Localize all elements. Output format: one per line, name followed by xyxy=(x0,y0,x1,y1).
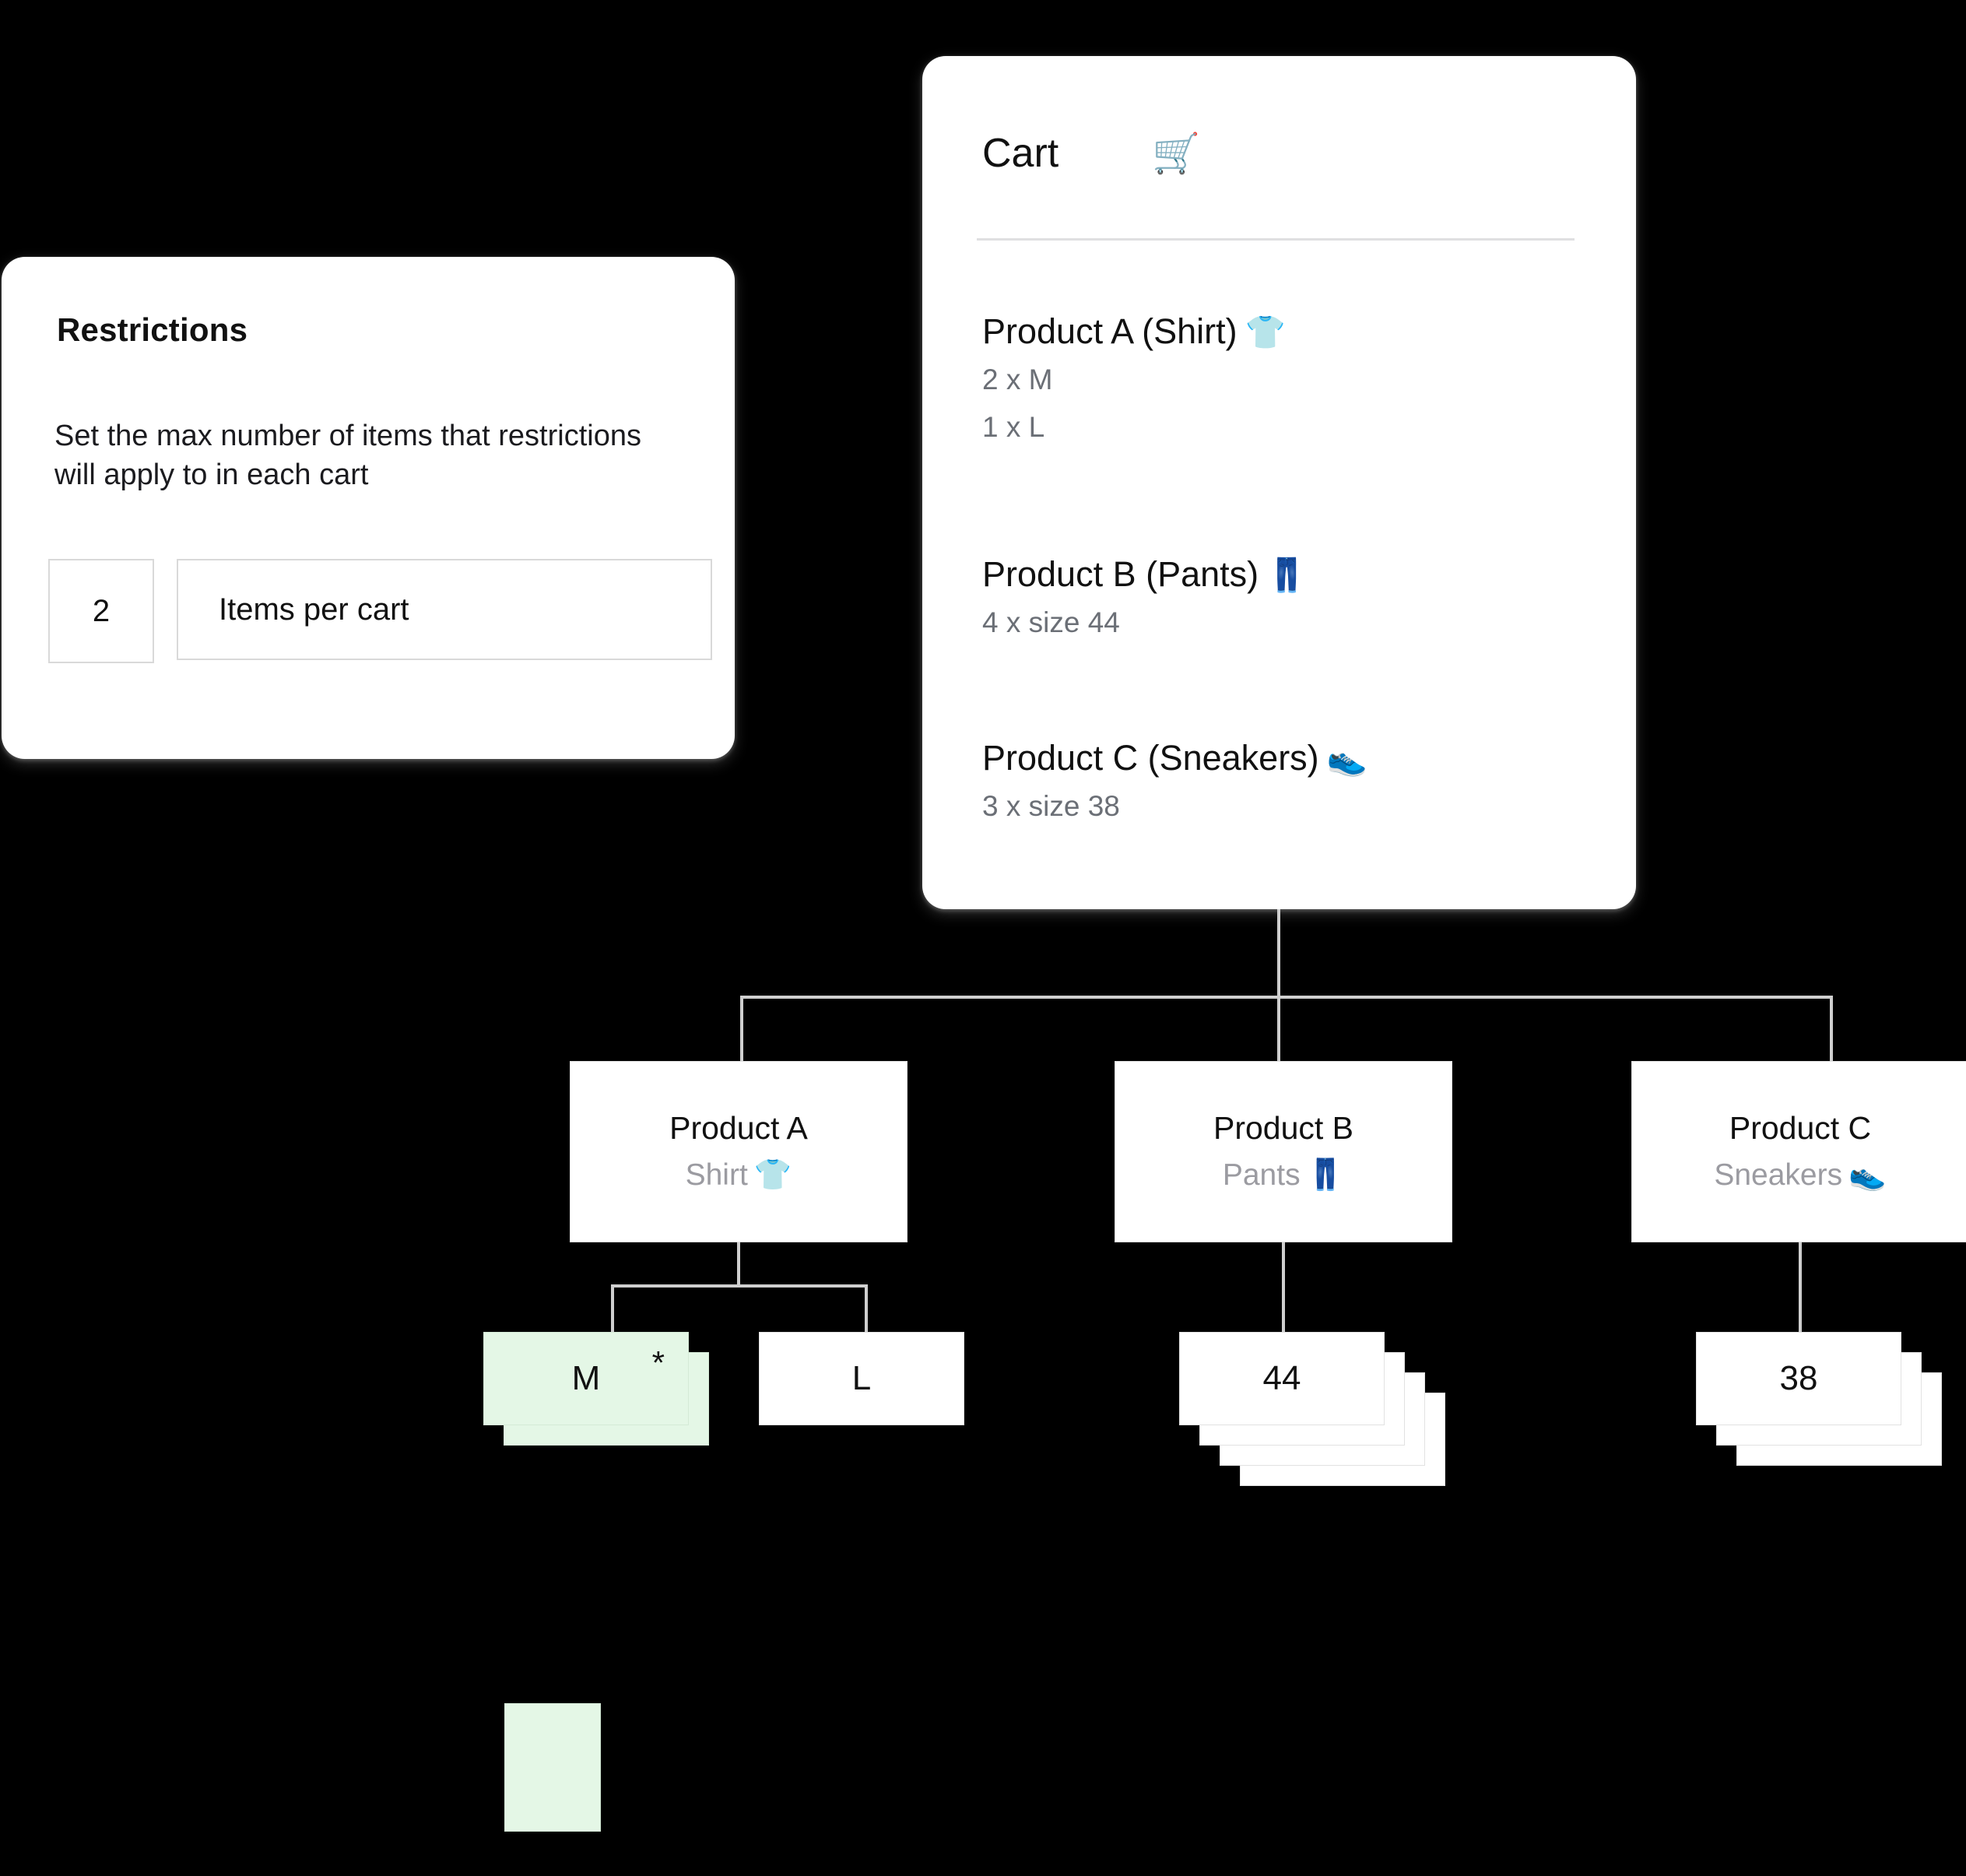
tree-node-product-b[interactable]: Product B Pants 👖 xyxy=(1115,1061,1452,1242)
restriction-asterisk-marker: * xyxy=(651,1344,665,1381)
tree-node-subtitle: Shirt 👕 xyxy=(686,1156,792,1196)
cart-header: Cart 🛒 xyxy=(982,118,1582,188)
connector-to-variant-l xyxy=(865,1284,868,1332)
items-per-cart-quantity-input[interactable]: 2 xyxy=(48,559,154,663)
legend-color-swatch xyxy=(504,1703,601,1832)
restrictions-description: Set the max number of items that restric… xyxy=(54,420,641,492)
tree-node-subtitle: Pants 👖 xyxy=(1223,1156,1344,1196)
pants-icon: 👖 xyxy=(1306,1158,1345,1192)
restrictions-title: Restrictions xyxy=(57,311,248,348)
cart-item-title-text: Product C (Sneakers) xyxy=(982,738,1319,778)
cart-item-title: Product C (Sneakers) 👟 xyxy=(982,738,1589,778)
variant-card-label: L xyxy=(851,1359,872,1397)
cart-title: Cart xyxy=(982,131,1059,176)
tree-node-product-a[interactable]: Product A Shirt 👕 xyxy=(570,1061,908,1242)
connector-product-bar xyxy=(740,996,1833,999)
tree-node-subtitle-text: Pants xyxy=(1222,1158,1301,1192)
cart-item-title-text: Product A (Shirt) xyxy=(982,311,1238,351)
variant-card-label: M xyxy=(571,1359,601,1397)
variant-card-label: 44 xyxy=(1262,1359,1301,1397)
connector-product-a-trunk xyxy=(737,1242,740,1286)
variant-stack-l[interactable]: L xyxy=(759,1332,985,1441)
cart-divider xyxy=(977,238,1575,241)
cart-item-line: 3 x size 38 xyxy=(982,789,1120,822)
connector-to-variant-38 xyxy=(1799,1242,1802,1332)
cart-item-title: Product A (Shirt) 👕 xyxy=(982,311,1589,352)
cart-item-line: 4 x size 44 xyxy=(982,606,1120,638)
connector-cart-trunk xyxy=(1277,909,1280,997)
variant-card-38[interactable]: 38 xyxy=(1696,1332,1901,1425)
tree-node-product-c[interactable]: Product C Sneakers 👟 xyxy=(1631,1061,1966,1242)
variant-stack-44[interactable]: 44 xyxy=(1179,1332,1475,1503)
connector-to-product-c xyxy=(1830,996,1833,1063)
variant-stack-m[interactable]: M * xyxy=(483,1332,740,1472)
variant-card-m[interactable]: M * xyxy=(483,1332,689,1425)
cart-item-product-a: Product A (Shirt) 👕 2 x M 1 x L xyxy=(982,311,1589,446)
connector-product-a-bar xyxy=(611,1284,868,1288)
cart-item-line: 1 x L xyxy=(982,410,1045,443)
canvas: Restrictions Set the max number of items… xyxy=(0,0,1966,1876)
tree-node-title: Product B xyxy=(1213,1109,1354,1146)
connector-to-product-b xyxy=(1277,996,1280,1063)
shopping-cart-icon: 🛒 xyxy=(1152,132,1201,175)
connector-to-variant-m xyxy=(611,1284,614,1332)
cart-item-product-c: Product C (Sneakers) 👟 3 x size 38 xyxy=(982,738,1589,826)
variant-card-44[interactable]: 44 xyxy=(1179,1332,1385,1425)
variant-stack-38[interactable]: 38 xyxy=(1696,1332,1966,1488)
items-per-cart-label-input[interactable]: Items per cart xyxy=(177,559,712,660)
sneaker-icon: 👟 xyxy=(1326,740,1367,777)
tree-node-title: Product A xyxy=(669,1109,808,1146)
variant-card-label: 38 xyxy=(1779,1359,1818,1397)
tree-node-title: Product C xyxy=(1729,1109,1872,1146)
restrictions-input-row: 2 Items per cart xyxy=(48,559,712,663)
connector-to-variant-44 xyxy=(1282,1242,1285,1332)
tree-node-subtitle: Sneakers 👟 xyxy=(1714,1156,1886,1196)
shirt-icon: 👕 xyxy=(753,1158,792,1192)
cart-item-product-b: Product B (Pants) 👖 4 x size 44 xyxy=(982,554,1589,642)
sneaker-icon: 👟 xyxy=(1848,1158,1887,1192)
shirt-icon: 👕 xyxy=(1245,314,1286,350)
cart-item-title-text: Product B (Pants) xyxy=(982,554,1259,594)
variant-card-l[interactable]: L xyxy=(759,1332,964,1425)
tree-node-subtitle-text: Shirt xyxy=(685,1158,748,1192)
pants-icon: 👖 xyxy=(1266,557,1308,593)
cart-item-title: Product B (Pants) 👖 xyxy=(982,554,1589,595)
connector-to-product-a xyxy=(740,996,743,1063)
tree-node-subtitle-text: Sneakers xyxy=(1714,1158,1843,1192)
cart-item-line: 2 x M xyxy=(982,363,1053,395)
